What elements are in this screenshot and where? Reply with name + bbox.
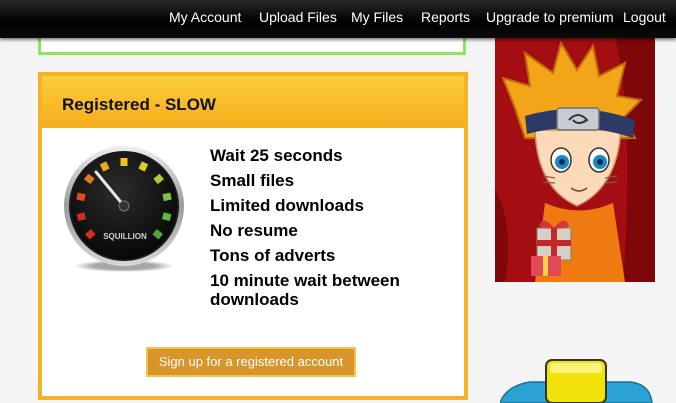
anime-character-ad-banner[interactable] [495, 38, 655, 282]
nav-upgrade-premium[interactable]: Upgrade to premium [486, 9, 614, 25]
speedometer-icon: SQUILLION [64, 146, 184, 272]
registered-plan-box: Registered - SLOW SQUILLION Wait 25 seco… [38, 72, 468, 400]
gauge-segment [138, 161, 149, 172]
gauge-segment [84, 173, 95, 185]
gauge-segment [152, 229, 164, 240]
feature-item: Limited downloads [210, 196, 364, 215]
feature-item: Wait 25 seconds [210, 146, 343, 165]
signup-registered-button[interactable]: Sign up for a registered account [146, 347, 356, 377]
nav-my-files[interactable]: My Files [351, 9, 403, 25]
gauge-segment [76, 192, 86, 202]
nav-upload-files[interactable]: Upload Files [259, 9, 337, 25]
feature-item: Tons of adverts [210, 246, 336, 265]
gauge-segment [76, 212, 87, 222]
feature-item: 10 minute wait between downloads [210, 271, 400, 309]
gauge-segment [99, 161, 110, 172]
gauge-segment [161, 212, 172, 222]
nav-logout[interactable]: Logout [623, 9, 666, 25]
top-nav-bar: My Account Upload Files My Files Reports… [0, 0, 676, 38]
nav-reports[interactable]: Reports [421, 9, 470, 25]
nav-my-account[interactable]: My Account [169, 9, 241, 25]
gauge-segment [162, 192, 172, 202]
download-arrow-icon [500, 359, 653, 403]
gauge-brand: SQUILLION [103, 232, 147, 241]
gauge-segment [84, 229, 96, 240]
ad-illustration [495, 38, 655, 282]
feature-list: Wait 25 seconds Small files Limited down… [210, 146, 460, 315]
feature-item: Small files [210, 171, 295, 190]
gauge-segment [153, 173, 164, 185]
plan-title: Registered - SLOW [62, 95, 216, 114]
feature-item: No resume [210, 221, 298, 240]
plan-header: Registered - SLOW [42, 76, 464, 128]
